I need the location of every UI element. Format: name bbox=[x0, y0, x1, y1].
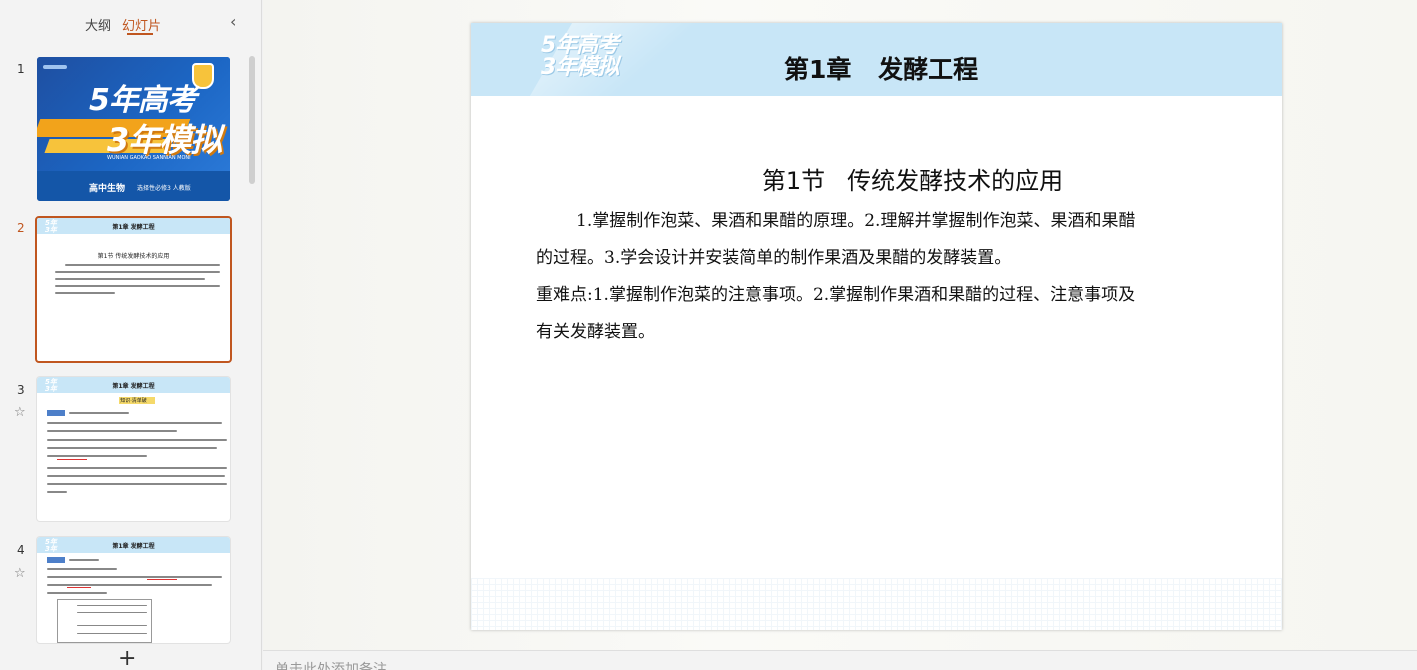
decorative-grid bbox=[471, 578, 1282, 630]
mini-text-line bbox=[47, 576, 222, 578]
mini-tag bbox=[47, 557, 65, 563]
mini-text-line bbox=[47, 467, 227, 469]
key-points-line: 重难点:1.掌握制作泡菜的注意事项。2.掌握制作果酒和果醋的过程、注意事项及 bbox=[536, 285, 1136, 305]
panel-tabs: 大纲 幻灯片 ‹ bbox=[0, 0, 262, 44]
mini-text-line bbox=[69, 559, 99, 561]
mini-text-line bbox=[47, 584, 212, 586]
slide-number: 1 bbox=[17, 62, 25, 76]
cover-title: 5年高考 bbox=[89, 83, 197, 118]
mini-title: 第1章 发酵工程 bbox=[112, 224, 155, 231]
mini-tag bbox=[47, 410, 65, 416]
mini-text-line bbox=[77, 612, 147, 613]
tab-outline[interactable]: 大纲 bbox=[85, 15, 111, 34]
chevron-left-icon[interactable]: ‹ bbox=[230, 12, 236, 31]
notes-pane[interactable]: 单击此处添加备注 bbox=[263, 650, 1417, 670]
mini-blank bbox=[147, 579, 177, 580]
thumbnail-scrollbar[interactable] bbox=[249, 56, 255, 184]
mini-text-line bbox=[65, 264, 220, 266]
star-icon[interactable]: ☆ bbox=[14, 406, 28, 420]
mini-text-line bbox=[77, 633, 147, 634]
mini-text-line bbox=[55, 285, 220, 287]
mini-text-line bbox=[69, 412, 129, 414]
slide-number: 2 bbox=[17, 221, 25, 235]
active-tab-indicator bbox=[127, 33, 153, 35]
mini-text-line bbox=[47, 430, 177, 432]
mini-text-line bbox=[55, 292, 115, 294]
objectives-line: 的过程。3.学会设计并安装简单的制作果酒及果醋的发酵装置。 bbox=[536, 248, 1012, 268]
mini-blank bbox=[67, 587, 91, 588]
publisher-logo bbox=[43, 65, 67, 69]
chapter-title[interactable]: 第1章 发酵工程 bbox=[784, 50, 978, 86]
slide-number: 4 bbox=[17, 543, 25, 557]
mini-section-title: 第1节 传统发酵技术的应用 bbox=[97, 253, 170, 260]
key-points-line: 有关发酵装置。 bbox=[536, 322, 655, 342]
cover-subtitle: WUNIAN GAOKAO SANNIAN MONI bbox=[107, 155, 191, 161]
slide-number: 3 bbox=[17, 383, 25, 397]
mini-text-line bbox=[47, 439, 227, 441]
chapter-name: 发酵工程 bbox=[878, 55, 979, 84]
chapter-number: 第1章 bbox=[784, 55, 852, 84]
mini-tag-label: 知识·清单破 bbox=[120, 398, 147, 404]
logo-line: 3年模拟 bbox=[541, 55, 619, 80]
plus-icon[interactable]: + bbox=[118, 648, 136, 670]
slide-thumbnail-4[interactable]: 5年 3年 第1章 发酵工程 bbox=[37, 537, 230, 643]
slides-panel: 大纲 幻灯片 ‹ 1 5年高考 3年模拟 WUNIAN GAOKAO SANNI… bbox=[0, 0, 262, 670]
mini-text-line bbox=[77, 625, 147, 626]
mini-text-line bbox=[77, 605, 147, 606]
slide-body-text[interactable]: 1.掌握制作泡菜、果酒和果醋的原理。2.理解并掌握制作泡菜、果酒和果醋 的过程。… bbox=[536, 203, 1251, 351]
brand-logo: 5年高考 3年模拟 bbox=[541, 35, 619, 80]
mini-title: 第1章 发酵工程 bbox=[112, 543, 155, 550]
mini-text-line bbox=[55, 271, 220, 273]
section-name: 传统发酵技术的应用 bbox=[847, 167, 1064, 195]
slide-thumbnail-1[interactable]: 5年高考 3年模拟 WUNIAN GAOKAO SANNIAN MONI 高中生… bbox=[37, 57, 230, 201]
mini-text-line bbox=[47, 568, 117, 570]
section-number: 第1节 bbox=[761, 167, 826, 195]
mini-title: 第1章 发酵工程 bbox=[112, 383, 155, 390]
mini-text-line bbox=[47, 592, 107, 594]
mini-text-line bbox=[47, 491, 67, 493]
cover-footer bbox=[37, 171, 230, 201]
mini-text-line bbox=[47, 422, 222, 424]
cover-edition: 选择性必修3 人教版 bbox=[137, 185, 191, 192]
mini-text-line bbox=[47, 475, 225, 477]
star-icon[interactable]: ☆ bbox=[14, 567, 28, 581]
cover-subject: 高中生物 bbox=[89, 184, 126, 194]
mini-text-line bbox=[47, 447, 217, 449]
mini-text-line bbox=[47, 483, 227, 485]
notes-placeholder[interactable]: 单击此处添加备注 bbox=[275, 659, 387, 670]
slide-thumbnail-3[interactable]: 5年 3年 第1章 发酵工程 知识·清单破 bbox=[37, 377, 230, 521]
mini-blank bbox=[57, 459, 87, 460]
section-title[interactable]: 第1节 传统发酵技术的应用 bbox=[471, 161, 1282, 196]
objectives-line: 1.掌握制作泡菜、果酒和果醋的原理。2.理解并掌握制作泡菜、果酒和果醋 bbox=[576, 211, 1136, 231]
tab-slides[interactable]: 幻灯片 bbox=[122, 15, 161, 34]
mini-text-line bbox=[47, 455, 147, 457]
mini-text-line bbox=[55, 278, 205, 280]
current-slide[interactable]: 5年高考 3年模拟 第1章 发酵工程 第1节 传统发酵技术的应用 1.掌握制作泡菜… bbox=[471, 23, 1282, 630]
slide-thumbnail-2[interactable]: 5年 3年 第1章 发酵工程 第1节 传统发酵技术的应用 bbox=[35, 216, 232, 363]
